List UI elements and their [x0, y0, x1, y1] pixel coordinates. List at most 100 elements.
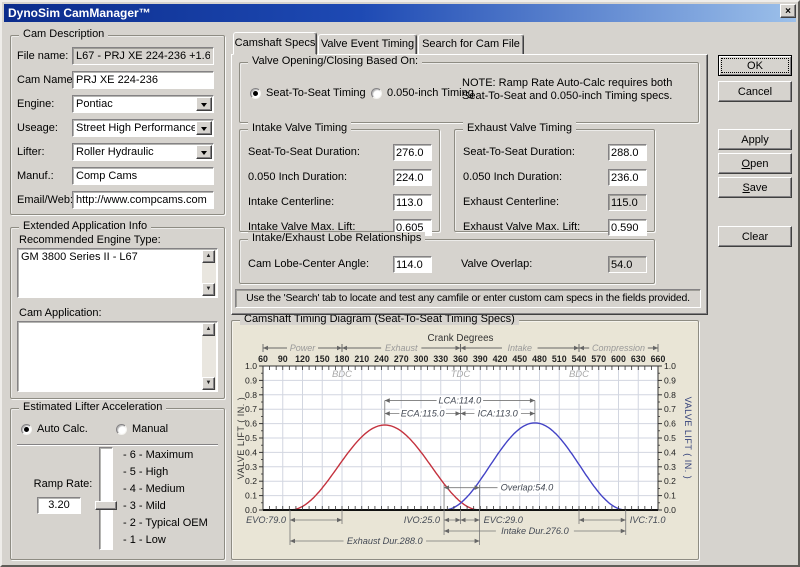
svg-text:510: 510: [552, 354, 567, 364]
svg-text:Exhaust: Exhaust: [385, 343, 418, 353]
tab-valve-event-timing[interactable]: Valve Event Timing: [318, 34, 417, 54]
cam-description-title: Cam Description: [19, 28, 108, 40]
ramp-rate-value: 3.20: [37, 497, 81, 514]
valve-overlap-field: [608, 256, 647, 273]
scroll-down-icon[interactable]: ▼: [202, 377, 215, 390]
svg-text:VALVE LIFT ( IN. ): VALVE LIFT ( IN. ): [237, 397, 246, 480]
svg-text:BDC: BDC: [332, 369, 352, 380]
inch-timing-option[interactable]: 0.050-inch Timing: [371, 87, 474, 99]
useage-row: Useage: Street High Performance: [17, 119, 214, 137]
clear-button[interactable]: Clear: [718, 226, 792, 247]
svg-text:1.0: 1.0: [664, 361, 676, 371]
useage-select[interactable]: Street High Performance: [72, 119, 214, 137]
open-button[interactable]: Open: [718, 153, 792, 174]
exhaust-timing-title: Exhaust Valve Timing: [463, 122, 576, 134]
camshaft-timing-chart: BDCTDCBDC0.00.00.10.10.20.20.30.30.40.40…: [237, 332, 693, 556]
engine-select[interactable]: Pontiac: [72, 95, 214, 113]
inch-timing-radio[interactable]: [371, 88, 382, 99]
lifter-dropdown-button[interactable]: [196, 145, 212, 159]
save-button[interactable]: Save: [718, 177, 792, 198]
separator: [17, 444, 218, 446]
ramp-rate-slider-track[interactable]: [99, 447, 113, 550]
cam-application-textarea[interactable]: ▲ ▼: [17, 321, 218, 392]
svg-text:0.3: 0.3: [245, 462, 257, 472]
engine-type-text: GM 3800 Series II - L67: [21, 251, 199, 295]
ramp-rate-note: NOTE: Ramp Rate Auto-Calc requires both …: [462, 77, 696, 103]
table-row: Exhaust Centerline:: [463, 194, 646, 211]
ok-button[interactable]: OK: [718, 55, 792, 76]
email-web-field[interactable]: [72, 191, 214, 209]
svg-text:0.9: 0.9: [664, 375, 676, 385]
lifter-acceleration-title: Estimated Lifter Acceleration: [19, 401, 166, 413]
file-name-row: File name:: [17, 47, 214, 65]
manual-label: Manual: [127, 423, 168, 435]
exhaust-centerline-label: Exhaust Centerline:: [463, 196, 559, 208]
auto-calc-option[interactable]: Auto Calc.: [21, 423, 88, 435]
intake-sts-duration-field[interactable]: [393, 144, 432, 161]
manual-radio[interactable]: [116, 424, 127, 435]
manuf-field[interactable]: [72, 167, 214, 185]
close-button[interactable]: ×: [780, 4, 796, 18]
save-rest: ave: [750, 182, 768, 194]
extended-info-title: Extended Application Info: [19, 220, 151, 232]
intake-centerline-field[interactable]: [393, 194, 432, 211]
lobe-center-angle-label: Cam Lobe-Center Angle:: [248, 258, 369, 270]
close-icon: ×: [785, 6, 791, 17]
svg-text:Exhaust Dur.288.0: Exhaust Dur.288.0: [347, 536, 424, 546]
exhaust-max-lift-field[interactable]: [608, 219, 647, 236]
table-row: Exhaust Valve Max. Lift:: [463, 219, 646, 236]
exhaust-050-duration-field[interactable]: [608, 169, 647, 186]
svg-text:180: 180: [335, 354, 350, 364]
svg-text:0.1: 0.1: [664, 491, 676, 501]
table-row: 0.050 Inch Duration:: [248, 169, 431, 186]
svg-text:IVC:71.0: IVC:71.0: [630, 515, 667, 525]
cam-name-label: Cam Name:: [17, 74, 72, 86]
valve-basis-title: Valve Opening/Closing Based On:: [248, 55, 422, 67]
engine-dropdown-button[interactable]: [196, 97, 212, 111]
svg-text:Compression: Compression: [592, 343, 645, 353]
svg-text:EVO:79.0: EVO:79.0: [246, 515, 287, 525]
exhaust-sts-duration-field[interactable]: [608, 144, 647, 161]
lifter-acceleration-group: Estimated Lifter Acceleration Auto Calc.…: [10, 408, 225, 560]
seat-to-seat-radio[interactable]: [250, 88, 261, 99]
scrollbar[interactable]: ▲ ▼: [202, 250, 216, 296]
slider-label-6: - 6 - Maximum: [123, 449, 193, 462]
apply-button[interactable]: Apply: [718, 129, 792, 150]
scroll-up-icon[interactable]: ▲: [202, 250, 215, 263]
cancel-button[interactable]: Cancel: [718, 81, 792, 102]
svg-text:0.6: 0.6: [664, 419, 676, 429]
intake-050-duration-field[interactable]: [393, 169, 432, 186]
seat-to-seat-label: Seat-To-Seat Timing: [261, 87, 366, 99]
seat-to-seat-option[interactable]: Seat-To-Seat Timing: [250, 87, 366, 99]
useage-dropdown-button[interactable]: [196, 121, 212, 135]
lobe-center-angle-field[interactable]: [393, 256, 432, 273]
svg-text:LCA:114.0: LCA:114.0: [438, 396, 482, 406]
camshaft-timing-diagram-group: Camshaft Timing Diagram (Seat-To-Seat Ti…: [231, 320, 699, 560]
lifter-select[interactable]: Roller Hydraulic: [72, 143, 214, 161]
auto-calc-radio[interactable]: [21, 424, 32, 435]
engine-type-textarea[interactable]: GM 3800 Series II - L67 ▲ ▼: [17, 248, 218, 298]
chevron-down-icon: [201, 151, 207, 158]
open-rest: pen: [750, 158, 768, 170]
svg-text:0.2: 0.2: [664, 476, 676, 486]
table-row: Seat-To-Seat Duration:: [463, 144, 646, 161]
scroll-up-icon[interactable]: ▲: [202, 323, 215, 336]
svg-text:270: 270: [394, 354, 409, 364]
email-web-label: Email/Web:: [17, 194, 72, 206]
cam-name-field[interactable]: [72, 71, 214, 89]
tab-camshaft-specs[interactable]: Camshaft Specs: [233, 32, 317, 55]
svg-text:420: 420: [493, 354, 508, 364]
scroll-down-icon[interactable]: ▼: [202, 283, 215, 296]
svg-text:240: 240: [374, 354, 389, 364]
scrollbar[interactable]: ▲ ▼: [202, 323, 216, 390]
manual-option[interactable]: Manual: [116, 423, 168, 435]
file-name-field: [72, 47, 214, 65]
svg-text:630: 630: [631, 354, 646, 364]
tab-search-for-cam-file[interactable]: Search for Cam File: [418, 34, 524, 54]
save-accel: S: [742, 182, 749, 194]
svg-text:0.2: 0.2: [245, 476, 257, 486]
engine-row: Engine: Pontiac: [17, 95, 214, 113]
table-row: 0.050 Inch Duration:: [463, 169, 646, 186]
svg-text:0.3: 0.3: [664, 462, 676, 472]
ramp-rate-slider-thumb[interactable]: [95, 501, 117, 510]
